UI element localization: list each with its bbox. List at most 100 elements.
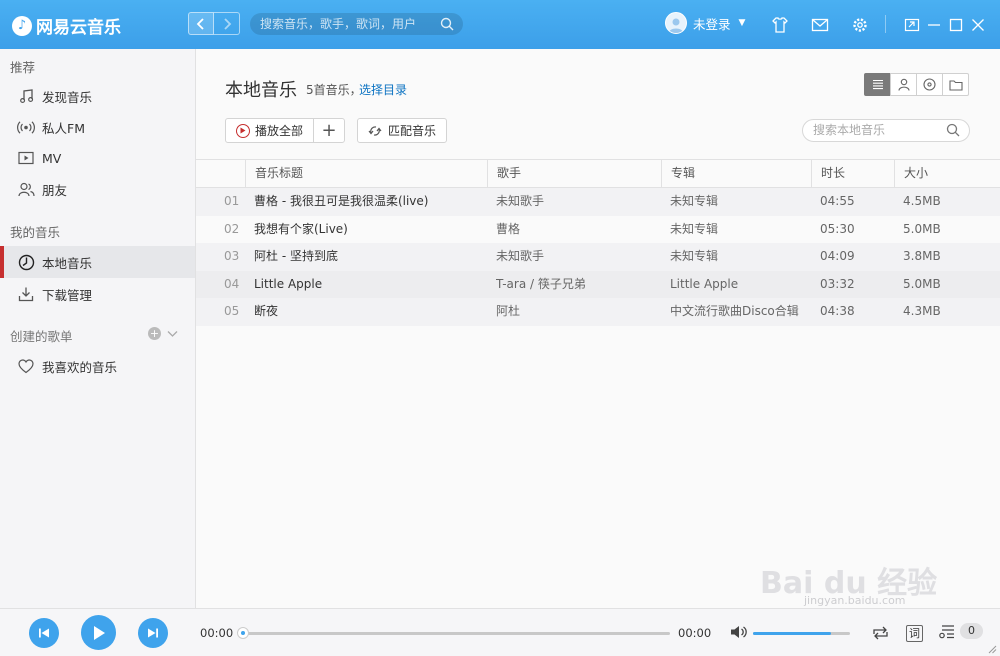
- skin-icon[interactable]: [770, 15, 790, 35]
- sidebar-item-fm[interactable]: 私人FM: [0, 111, 195, 143]
- chevron-left-icon: [196, 17, 204, 30]
- sidebar-item-local-music[interactable]: 本地音乐: [0, 246, 195, 278]
- track-artist[interactable]: T-ara / 筷子兄弟: [496, 271, 661, 299]
- track-artist[interactable]: 未知歌手: [496, 243, 661, 271]
- track-number: 04: [224, 276, 240, 291]
- play-all-group: 播放全部 +: [225, 118, 346, 143]
- track-size: 5.0MB: [903, 221, 941, 236]
- sidebar-item-downloads[interactable]: 下载管理: [0, 278, 195, 310]
- sidebar-item-friends[interactable]: 朋友: [0, 173, 195, 205]
- column-header-size[interactable]: 大小: [894, 160, 1000, 187]
- user-login[interactable]: 未登录 ▼: [665, 12, 745, 34]
- artist-view-icon: [897, 78, 910, 91]
- play-all-button[interactable]: 播放全部: [226, 119, 315, 142]
- search-icon[interactable]: [946, 123, 960, 137]
- match-music-label: 匹配音乐: [388, 124, 437, 138]
- track-duration: 05:30: [820, 221, 855, 236]
- track-title: Little Apple: [254, 276, 323, 291]
- sidebar-item-liked-music[interactable]: 我喜欢的音乐: [0, 350, 195, 382]
- total-time: 00:00: [678, 626, 712, 640]
- list-view-icon: [872, 79, 883, 90]
- track-duration: 04:38: [820, 304, 855, 318]
- chevron-down-icon[interactable]: [167, 330, 178, 338]
- play-all-label: 播放全部: [255, 124, 304, 138]
- add-playlist-icon[interactable]: +: [148, 327, 161, 340]
- song-count: 5首音乐，: [306, 83, 362, 97]
- track-album[interactable]: 未知专辑: [670, 243, 810, 271]
- sidebar-header-my-music: 我的音乐: [10, 225, 61, 240]
- user-login-label: 未登录: [693, 16, 731, 32]
- player-bar: 00:00 00:00 词 0: [0, 608, 1000, 656]
- track-title: 阿杜 - 坚持到底: [254, 249, 338, 263]
- track-album[interactable]: 未知专辑: [670, 188, 810, 216]
- column-header-title[interactable]: 音乐标题: [245, 160, 487, 187]
- track-size: 5.0MB: [903, 276, 941, 291]
- table-row[interactable]: 05 断夜 阿杜 中文流行歌曲Disco合辑 04:38 4.3MB: [196, 298, 1000, 326]
- volume-slider[interactable]: [753, 632, 850, 635]
- mini-mode-icon[interactable]: [902, 15, 922, 35]
- local-search-input[interactable]: 搜索本地音乐: [802, 119, 970, 142]
- column-header-album[interactable]: 专辑: [661, 160, 811, 187]
- track-album[interactable]: Little Apple: [670, 271, 810, 299]
- choose-directory-link[interactable]: 选择目录: [359, 81, 407, 98]
- track-duration: 04:09: [820, 249, 855, 263]
- settings-icon[interactable]: [850, 15, 870, 35]
- track-album[interactable]: 未知专辑: [670, 216, 810, 244]
- close-icon[interactable]: [968, 15, 988, 35]
- avatar[interactable]: [665, 12, 687, 34]
- search-icon[interactable]: [440, 17, 454, 31]
- track-artist[interactable]: 未知歌手: [496, 188, 661, 216]
- page-title: 本地音乐: [225, 80, 297, 101]
- table-row[interactable]: 02 我想有个家(Live) 曹格 未知专辑 05:30 5.0MB: [196, 215, 1000, 244]
- track-artist[interactable]: 阿杜: [496, 298, 661, 326]
- titlebar-divider: [885, 15, 886, 33]
- view-mode-switcher: [864, 73, 969, 96]
- sidebar-item-label: MV: [42, 150, 62, 166]
- minimize-icon[interactable]: [924, 15, 944, 35]
- queue-count-badge: 0: [960, 623, 983, 639]
- column-header-artist[interactable]: 歌手: [487, 160, 661, 187]
- global-search-input[interactable]: 搜索音乐，歌手，歌词，用户: [250, 13, 463, 35]
- volume-icon[interactable]: [730, 624, 748, 640]
- clock-icon: [17, 253, 35, 271]
- watermark-url: jingyan.baidu.com: [804, 594, 906, 607]
- list-view-button[interactable]: [864, 73, 891, 96]
- next-track-button[interactable]: [138, 618, 168, 648]
- maximize-icon[interactable]: [946, 15, 966, 35]
- progress-bar[interactable]: [240, 632, 670, 635]
- loop-icon[interactable]: [871, 625, 890, 641]
- sidebar-header-created-playlists: 创建的歌单: [10, 329, 73, 344]
- track-artist[interactable]: 曹格: [496, 216, 661, 244]
- match-music-button[interactable]: 匹配音乐: [357, 118, 448, 143]
- mail-icon[interactable]: [810, 15, 830, 35]
- sidebar: 推荐 发现音乐 私人FM MV 朋友 我的音乐 本地音乐 下载管理 创建的歌单 …: [0, 49, 196, 608]
- play-queue-button[interactable]: 0: [938, 623, 983, 639]
- table-row[interactable]: 03 阿杜 - 坚持到底 未知歌手 未知专辑 04:09 3.8MB: [196, 243, 1000, 271]
- track-size: 3.8MB: [903, 249, 941, 263]
- forward-button[interactable]: [214, 12, 240, 35]
- progress-handle[interactable]: [237, 627, 249, 639]
- add-to-queue-button[interactable]: +: [314, 119, 344, 142]
- table-row[interactable]: 01 曹格 - 我很丑可是我很温柔(live) 未知歌手 未知专辑 04:55 …: [196, 188, 1000, 216]
- dropdown-caret-icon: ▼: [738, 18, 746, 28]
- app-logo[interactable]: ♪ 网易云音乐: [12, 13, 121, 38]
- artist-view-button[interactable]: [890, 73, 917, 96]
- sidebar-header-recommend: 推荐: [10, 60, 36, 75]
- column-header-duration[interactable]: 时长: [811, 160, 894, 187]
- sidebar-item-mv[interactable]: MV: [0, 142, 195, 174]
- sidebar-item-discover[interactable]: 发现音乐: [0, 80, 195, 112]
- track-album[interactable]: 中文流行歌曲Disco合辑: [670, 298, 810, 326]
- table-row[interactable]: 04 Little Apple T-ara / 筷子兄弟 Little Appl…: [196, 270, 1000, 299]
- play-button[interactable]: [81, 615, 116, 650]
- resize-grip-icon[interactable]: [988, 645, 997, 654]
- back-button[interactable]: [188, 12, 214, 35]
- lyrics-button[interactable]: 词: [906, 625, 923, 642]
- sidebar-item-label: 我喜欢的音乐: [42, 359, 118, 375]
- sidebar-item-label: 发现音乐: [42, 89, 93, 105]
- sidebar-item-label: 本地音乐: [42, 255, 93, 271]
- download-icon: [17, 285, 35, 303]
- track-number: 02: [224, 221, 240, 236]
- previous-track-button[interactable]: [29, 618, 59, 648]
- folder-view-button[interactable]: [942, 73, 969, 96]
- album-view-button[interactable]: [916, 73, 943, 96]
